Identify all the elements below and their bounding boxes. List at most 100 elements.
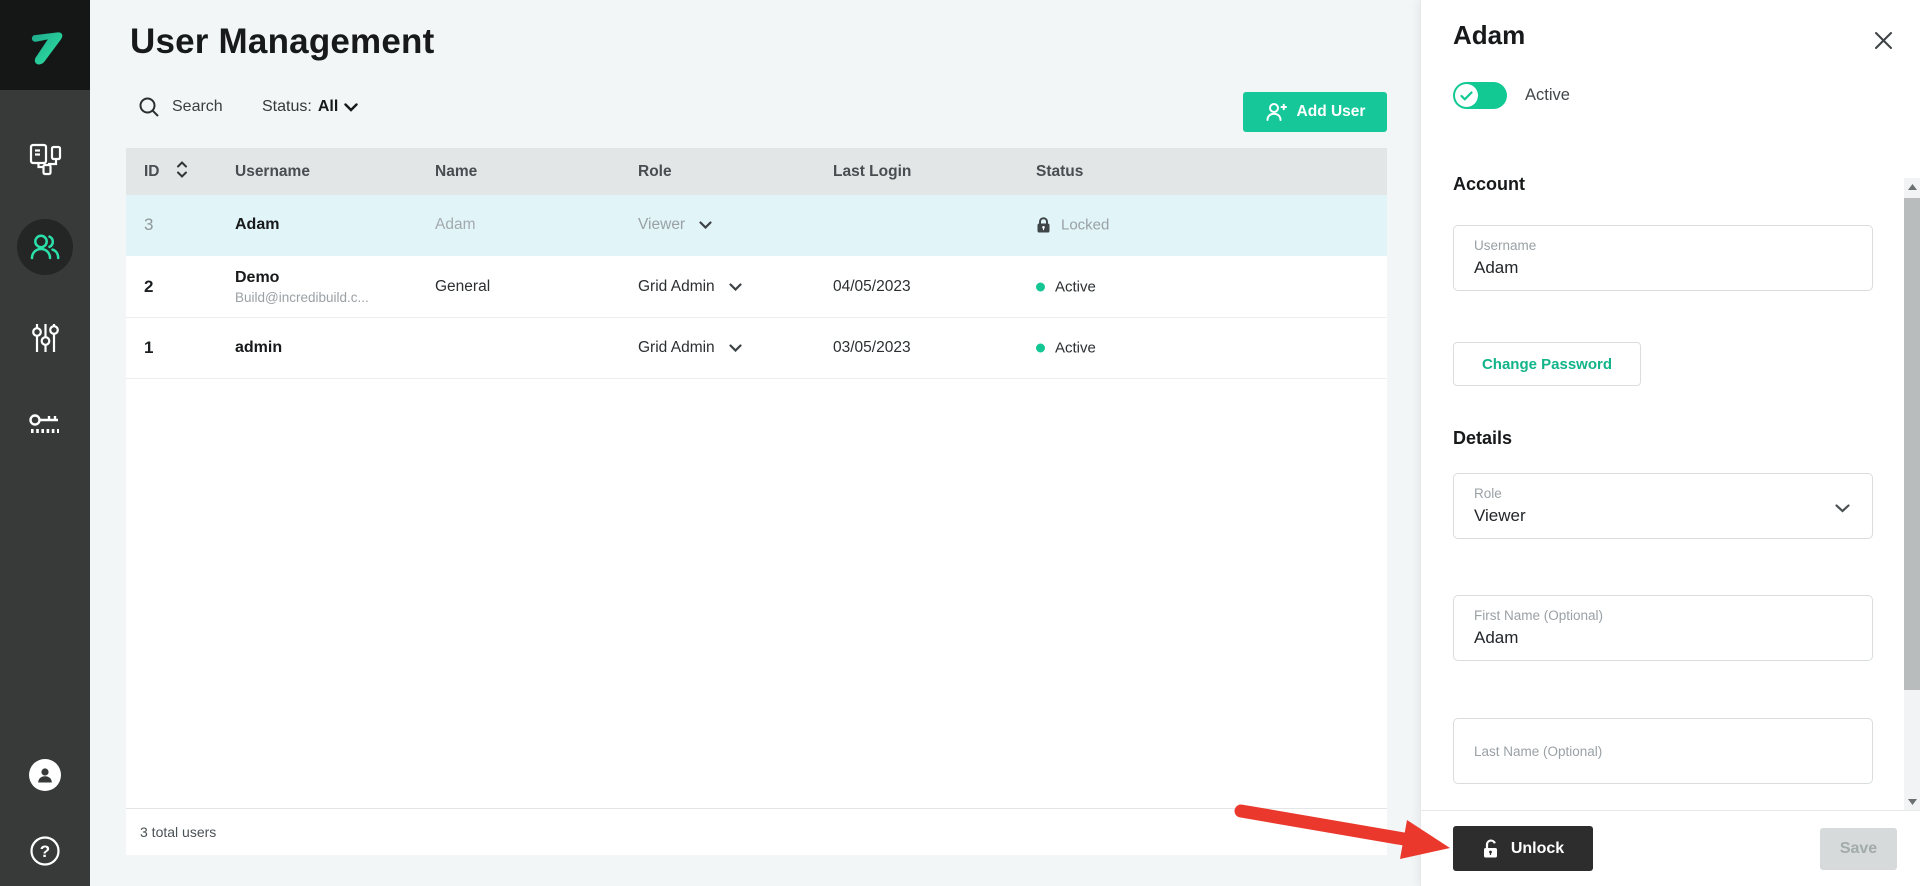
lock-icon bbox=[1036, 217, 1051, 234]
cell-status: Active bbox=[1036, 340, 1096, 357]
sliders-icon bbox=[28, 321, 62, 355]
cell-name: Adam bbox=[435, 216, 476, 234]
role-value: Viewer bbox=[638, 216, 685, 234]
sidebar-item-help[interactable]: ? bbox=[0, 818, 90, 884]
sidebar-item-licenses[interactable] bbox=[0, 393, 90, 459]
column-header-role: Role bbox=[638, 163, 672, 181]
status-label: Locked bbox=[1061, 217, 1109, 234]
column-header-status: Status bbox=[1036, 163, 1083, 181]
active-status-dot bbox=[1036, 344, 1045, 353]
last-name-placeholder: Last Name (Optional) bbox=[1474, 744, 1602, 759]
scrollbar-thumb[interactable] bbox=[1904, 198, 1920, 690]
status-filter-label: Status: bbox=[262, 98, 312, 116]
total-users-label: 3 total users bbox=[140, 824, 216, 840]
table-row[interactable]: 3 Adam Adam Viewer Locked bbox=[126, 195, 1387, 256]
unlock-label: Unlock bbox=[1511, 840, 1564, 858]
person-icon bbox=[35, 765, 55, 785]
cell-username: Adam bbox=[235, 216, 279, 234]
chevron-down-icon bbox=[729, 344, 742, 352]
role-field-label: Role bbox=[1474, 486, 1852, 501]
role-dropdown[interactable]: Role Viewer bbox=[1453, 473, 1873, 539]
user-detail-panel: Adam Active Account Username Adam Change… bbox=[1420, 0, 1920, 886]
help-icon: ? bbox=[28, 834, 62, 868]
sidebar-item-settings[interactable] bbox=[0, 305, 90, 371]
sidebar-item-agents[interactable] bbox=[0, 126, 90, 192]
devices-icon bbox=[27, 141, 63, 177]
toggle-knob bbox=[1455, 84, 1478, 107]
table-footer: 3 total users bbox=[126, 808, 1387, 855]
cell-last-login: 03/05/2023 bbox=[833, 339, 911, 357]
active-toggle-row: Active bbox=[1453, 82, 1570, 109]
first-name-value: Adam bbox=[1474, 628, 1852, 648]
cell-id: 3 bbox=[144, 215, 153, 235]
incredibuild-logo-icon bbox=[17, 17, 73, 73]
chevron-down-icon bbox=[699, 221, 712, 229]
save-button[interactable]: Save bbox=[1820, 828, 1897, 870]
page-title: User Management bbox=[130, 22, 434, 62]
scrollbar-up-arrow[interactable] bbox=[1904, 178, 1920, 195]
scrollbar-down-arrow[interactable] bbox=[1904, 793, 1920, 810]
role-select[interactable]: Viewer bbox=[638, 216, 712, 234]
cell-id: 2 bbox=[144, 277, 153, 297]
table-row[interactable]: 1 admin Grid Admin 03/05/2023 Active bbox=[126, 318, 1387, 379]
role-select[interactable]: Grid Admin bbox=[638, 339, 742, 357]
unlock-icon bbox=[1482, 839, 1499, 858]
cell-username: Demo Build@incredibuild.c... bbox=[235, 269, 369, 305]
add-user-button[interactable]: Add User bbox=[1243, 92, 1387, 132]
app-window: ? User Management Search Status: All bbox=[0, 0, 1920, 886]
main-content: User Management Search Status: All bbox=[90, 0, 1420, 886]
role-value: Grid Admin bbox=[638, 339, 715, 357]
active-toggle-label: Active bbox=[1525, 86, 1570, 105]
column-header-name: Name bbox=[435, 163, 477, 181]
sidebar-item-users[interactable] bbox=[0, 214, 90, 280]
panel-footer-divider bbox=[1421, 810, 1920, 811]
cell-last-login: 04/05/2023 bbox=[833, 278, 911, 296]
active-toggle[interactable] bbox=[1453, 82, 1507, 109]
user-email-text: Build@incredibuild.c... bbox=[235, 290, 369, 305]
sidebar-item-account[interactable] bbox=[0, 742, 90, 808]
chevron-down-icon bbox=[1835, 500, 1850, 518]
add-user-icon bbox=[1265, 102, 1287, 122]
status-label: Active bbox=[1055, 278, 1096, 295]
account-section-heading: Account bbox=[1453, 174, 1525, 195]
table-empty-area bbox=[126, 379, 1387, 808]
toolbar: Search Status: All Add User bbox=[90, 88, 1420, 136]
sidebar: ? bbox=[0, 0, 90, 886]
details-section-heading: Details bbox=[1453, 428, 1512, 449]
table-row[interactable]: 2 Demo Build@incredibuild.c... General G… bbox=[126, 256, 1387, 318]
cell-name: General bbox=[435, 278, 490, 296]
panel-scrollbar[interactable] bbox=[1904, 178, 1920, 810]
change-password-button[interactable]: Change Password bbox=[1453, 342, 1641, 386]
svg-text:?: ? bbox=[40, 842, 50, 861]
search-placeholder: Search bbox=[172, 98, 223, 116]
role-field-value: Viewer bbox=[1474, 506, 1852, 526]
active-item-highlight bbox=[17, 219, 73, 275]
search-input[interactable]: Search bbox=[138, 96, 223, 118]
add-user-label: Add User bbox=[1297, 103, 1366, 121]
username-text: Demo bbox=[235, 269, 369, 287]
panel-title: Adam bbox=[1453, 20, 1525, 51]
last-name-field[interactable]: Last Name (Optional) bbox=[1453, 718, 1873, 784]
close-icon bbox=[1874, 31, 1893, 50]
role-select[interactable]: Grid Admin bbox=[638, 278, 742, 296]
users-icon bbox=[28, 230, 62, 264]
sort-icon[interactable] bbox=[176, 160, 188, 183]
active-status-dot bbox=[1036, 282, 1045, 291]
unlock-button[interactable]: Unlock bbox=[1453, 826, 1593, 871]
status-label: Active bbox=[1055, 340, 1096, 357]
first-name-field[interactable]: First Name (Optional) Adam bbox=[1453, 595, 1873, 661]
users-table: ID Username Name Role Last Login Status … bbox=[126, 148, 1387, 855]
key-icon bbox=[27, 408, 63, 444]
status-filter-dropdown[interactable]: Status: All bbox=[262, 98, 358, 116]
username-field-label: Username bbox=[1474, 238, 1852, 253]
column-header-username: Username bbox=[235, 163, 310, 181]
avatar bbox=[29, 759, 61, 791]
cell-status: Locked bbox=[1036, 217, 1109, 234]
username-field[interactable]: Username Adam bbox=[1453, 225, 1873, 291]
close-panel-button[interactable] bbox=[1869, 26, 1897, 54]
brand-logo[interactable] bbox=[0, 0, 90, 90]
first-name-label: First Name (Optional) bbox=[1474, 608, 1852, 623]
column-header-id[interactable]: ID bbox=[144, 163, 160, 181]
search-icon bbox=[138, 96, 160, 118]
cell-status: Active bbox=[1036, 278, 1096, 295]
